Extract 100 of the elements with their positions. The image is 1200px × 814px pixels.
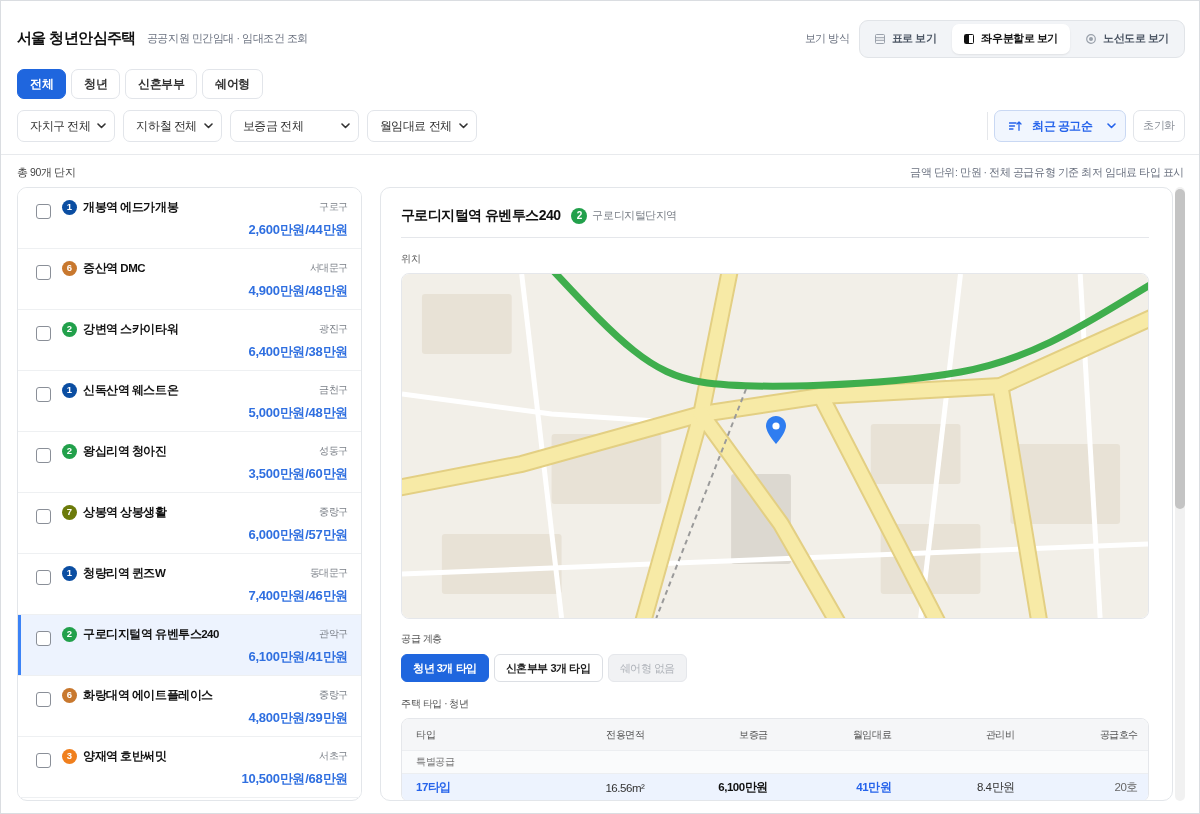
price-text: 6,000만원/57만원 xyxy=(248,526,348,543)
column-header: 관리비 xyxy=(984,727,1015,742)
column-header: 보증금 xyxy=(738,727,768,742)
price-text: 4,800만원/39만원 xyxy=(248,709,348,726)
district-label: 중랑구 xyxy=(319,688,348,702)
view-mode-label: 보기 방식 xyxy=(804,31,850,46)
section-label: 공급 계층 xyxy=(401,632,442,646)
district-label: 성동구 xyxy=(319,444,348,458)
checkbox[interactable] xyxy=(36,204,51,219)
district-label: 동대문구 xyxy=(309,566,348,580)
district-label: 서초구 xyxy=(319,749,348,763)
location-pin-icon xyxy=(766,416,786,444)
price-text: 6,100만원/41만원 xyxy=(248,648,348,665)
price-text: 3,500만원/60만원 xyxy=(248,465,348,482)
price-text: 10,500만원/68만원 xyxy=(241,770,348,787)
complex-title: 구로디지털역 유벤투스240 xyxy=(401,207,561,225)
checkbox[interactable] xyxy=(36,448,51,463)
column-header: 타입 xyxy=(416,727,437,742)
supply-tab[interactable]: 신혼부부 3개 타입 xyxy=(493,654,603,682)
column-header: 전용면적 xyxy=(605,727,645,742)
category-tab[interactable]: 청년 xyxy=(71,69,121,99)
category-tab[interactable]: 전체 xyxy=(17,69,67,99)
unit-note: 금액 단위: 만원 · 전체 공급유형 기준 최저 임대료 타입 표시 xyxy=(910,165,1184,180)
complex-name: 왕십리역 청아진 xyxy=(83,443,167,459)
complex-list-item[interactable]: 1 개봉역 에드가개봉 구로구 2,600만원/44만원 xyxy=(18,188,361,249)
complex-name: 양재역 호반써밋 xyxy=(83,748,167,764)
checkbox[interactable] xyxy=(36,570,51,585)
target-icon xyxy=(1086,33,1096,44)
table-cell-text: 16.56m² xyxy=(604,781,645,794)
price-text: 2,600만원/44만원 xyxy=(248,221,348,238)
district-label: 구로구 xyxy=(319,200,348,214)
caret-icon xyxy=(97,123,107,129)
view-mode-option[interactable]: 노선도로 보기 xyxy=(1074,23,1181,54)
complex-list-item[interactable]: 2 구로디지털역 유벤투스240 관악구 6,100만원/41만원 xyxy=(18,615,361,676)
checkbox[interactable] xyxy=(36,631,51,646)
district-label: 서대문구 xyxy=(309,261,348,275)
subway-line-badge: 1 xyxy=(62,382,77,398)
subway-line-badge: 2 xyxy=(62,443,77,459)
view-mode-option[interactable]: 좌우분할로 보기 xyxy=(952,23,1070,54)
column-header: 공급호수 xyxy=(1098,727,1138,742)
price-text: 4,900만원/48만원 xyxy=(248,282,348,299)
complex-name: 청량리역 퀸즈W xyxy=(83,565,166,581)
scrollbar-thumb[interactable] xyxy=(1175,189,1185,509)
sort-dropdown[interactable]: 최근 공고순 xyxy=(994,110,1126,142)
table-cell-text: 6,100만원 xyxy=(717,780,768,795)
app-subtitle: 공공지원 민간임대 · 임대조건 조회 xyxy=(146,31,308,46)
checkbox[interactable] xyxy=(36,509,51,524)
filter-dropdown[interactable]: 보증금 전체 xyxy=(229,110,359,142)
sort-icon xyxy=(1009,121,1022,131)
subway-line-badge: 2 xyxy=(62,321,77,337)
subway-line-badge: 7 xyxy=(62,504,77,520)
district-label: 관악구 xyxy=(319,627,348,641)
complex-name: 개봉역 에드가개봉 xyxy=(83,199,179,215)
checkbox[interactable] xyxy=(36,326,51,341)
checkbox[interactable] xyxy=(36,753,51,768)
caret-icon xyxy=(203,123,213,129)
price-text: 7,400만원/46만원 xyxy=(248,587,348,604)
complex-name: 상봉역 상봉생활 xyxy=(83,504,167,520)
caret-icon xyxy=(340,123,350,129)
filter-dropdown[interactable]: 자치구 전체 xyxy=(17,110,116,142)
column-header: 월임대료 xyxy=(851,727,892,742)
section-label: 위치 xyxy=(401,252,421,266)
subway-line-badge: 3 xyxy=(62,748,77,764)
subway-line-badge: 2 xyxy=(62,626,77,642)
result-count: 총 90개 단지 xyxy=(17,165,76,180)
table-cell-text: 8.4만원 xyxy=(975,780,1015,795)
view-mode-option[interactable]: 표로 보기 xyxy=(862,23,949,54)
subway-line-badge: 2 xyxy=(571,208,588,224)
table-group-label: 특별공급 xyxy=(402,751,1148,774)
app-title: 서울 청년안심주택 xyxy=(17,29,136,48)
table-cell-text: 20호 xyxy=(1113,780,1138,795)
district-label: 금천구 xyxy=(319,383,348,397)
table-cell-text: 41만원 xyxy=(855,780,892,795)
section-label: 주택 타입 · 청년 xyxy=(401,697,469,711)
complex-name: 화랑대역 에이트플레이스 xyxy=(83,687,213,703)
checkbox[interactable] xyxy=(36,265,51,280)
caret-icon xyxy=(1107,123,1116,129)
table-cell-text: 17타입 xyxy=(416,780,452,795)
checkbox[interactable] xyxy=(36,387,51,402)
complex-name: 증산역 DMC xyxy=(83,260,146,276)
category-tab[interactable]: 신혼부부 xyxy=(125,69,198,99)
district-label: 광진구 xyxy=(319,322,348,336)
split-view-icon xyxy=(964,33,975,44)
complex-name: 신독산역 웨스트온 xyxy=(83,382,179,398)
subway-line-badge: 1 xyxy=(62,199,77,215)
checkbox[interactable] xyxy=(36,692,51,707)
subway-line-badge: 1 xyxy=(62,565,77,581)
filter-dropdown[interactable]: 지하철 전체 xyxy=(123,110,222,142)
subway-line-badge: 6 xyxy=(62,687,77,703)
station-name: 구로디지털단지역 xyxy=(592,209,678,223)
complex-name: 강변역 스카이타워 xyxy=(83,321,179,337)
caret-icon xyxy=(458,123,468,129)
filter-dropdown[interactable]: 월임대료 전체 xyxy=(366,110,477,142)
district-label: 중랑구 xyxy=(319,505,348,519)
subway-line-badge: 6 xyxy=(62,260,77,276)
supply-tab[interactable]: 청년 3개 타입 xyxy=(401,654,489,682)
complex-name: 구로디지털역 유벤투스240 xyxy=(83,626,219,642)
price-text: 6,400만원/38만원 xyxy=(248,343,348,360)
category-tab[interactable]: 쉐어형 xyxy=(202,69,263,99)
price-text: 5,000만원/48만원 xyxy=(248,404,348,421)
